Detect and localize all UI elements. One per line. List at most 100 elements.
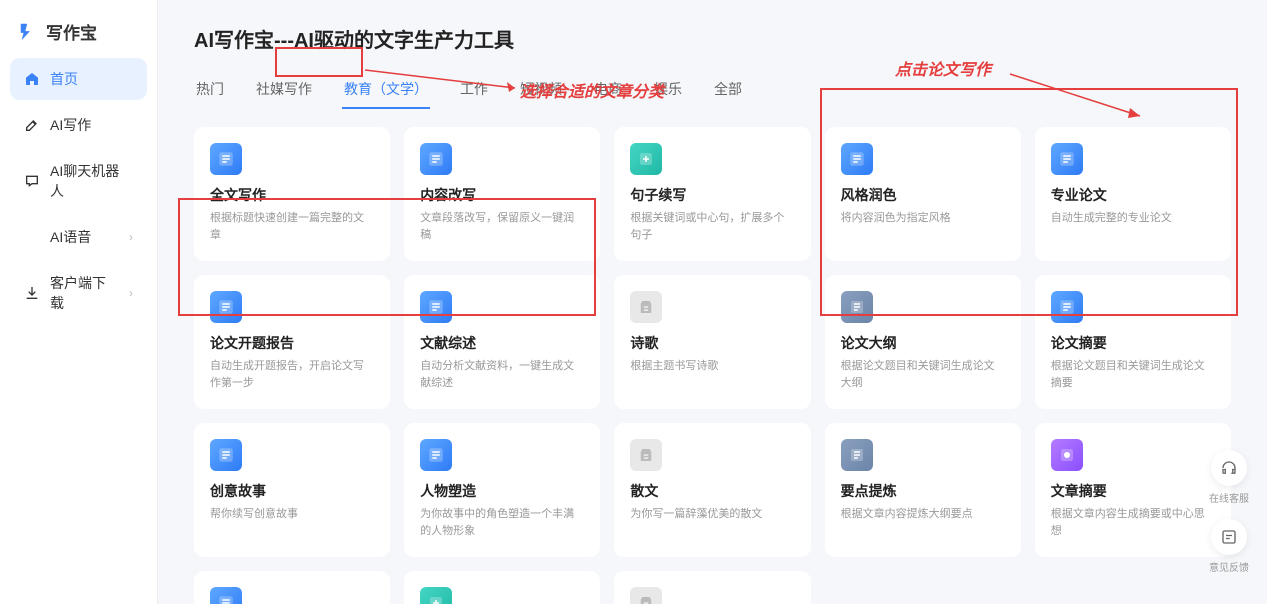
card-icon <box>841 439 873 471</box>
template-card-1[interactable]: 内容改写文章段落改写，保留原义一键润稿 <box>404 127 600 261</box>
sidebar-item-label: AI聊天机器人 <box>50 161 133 201</box>
card-title: 论文摘要 <box>1051 333 1215 353</box>
card-icon <box>210 143 242 175</box>
template-card-11[interactable]: 人物塑造为你故事中的角色塑造一个丰满的人物形象 <box>404 423 600 557</box>
sidebar-item-label: 客户端下载 <box>50 273 119 313</box>
card-title: 散文 <box>630 481 794 501</box>
card-title: 创意故事 <box>210 481 374 501</box>
card-desc: 根据标题快速创建一篇完整的文章 <box>210 210 374 243</box>
logo-text: 写作宝 <box>46 19 97 44</box>
sidebar-item-label: AI语音 <box>50 227 91 247</box>
template-card-14[interactable]: 文章摘要根据文章内容生成摘要或中心思想 <box>1035 423 1231 557</box>
card-icon <box>420 587 452 604</box>
card-desc: 根据关键词或中心句，扩展多个句子 <box>630 210 794 243</box>
template-card-5[interactable]: 论文开题报告自动生成开题报告，开启论文写作第一步 <box>194 275 390 409</box>
template-card-2[interactable]: 句子续写根据关键词或中心句，扩展多个句子 <box>614 127 810 261</box>
tab-7[interactable]: 全部 <box>712 75 744 109</box>
feedback-icon <box>1220 528 1238 546</box>
card-desc: 文章段落改写，保留原义一键润稿 <box>420 210 584 243</box>
chevron-right-icon: › <box>129 230 133 244</box>
card-title: 全文写作 <box>210 185 374 205</box>
template-card-12[interactable]: 散文为你写一篇辞藻优美的散文 <box>614 423 810 557</box>
card-icon <box>630 291 662 323</box>
sidebar-item-download[interactable]: 客户端下载 › <box>10 262 147 324</box>
card-icon <box>420 291 452 323</box>
card-icon <box>420 439 452 471</box>
template-card-9[interactable]: 论文摘要根据论文题目和关键词生成论文摘要 <box>1035 275 1231 409</box>
template-card-0[interactable]: 全文写作根据标题快速创建一篇完整的文章 <box>194 127 390 261</box>
card-icon <box>1051 291 1083 323</box>
feedback-label: 意见反馈 <box>1209 559 1249 574</box>
tab-0[interactable]: 热门 <box>194 75 226 109</box>
template-card-13[interactable]: 要点提炼根据文章内容提炼大纲要点 <box>825 423 1021 557</box>
logo-icon <box>18 21 40 43</box>
card-title: 内容改写 <box>420 185 584 205</box>
download-icon <box>24 285 40 301</box>
tab-4[interactable]: 短视频 <box>518 75 564 109</box>
app-logo: 写作宝 <box>10 15 147 58</box>
template-card-15[interactable]: 社会实践报告根据实践内容生成一篇实践报告 <box>194 571 390 604</box>
card-icon <box>210 439 242 471</box>
card-title: 文章摘要 <box>1051 481 1215 501</box>
card-icon <box>630 143 662 175</box>
card-title: 文献综述 <box>420 333 584 353</box>
card-title: 论文开题报告 <box>210 333 374 353</box>
card-icon <box>841 291 873 323</box>
card-icon <box>420 143 452 175</box>
template-card-17[interactable]: 小学生作文为中小学生作文题目提供优秀范文 <box>614 571 810 604</box>
tab-3[interactable]: 工作 <box>458 75 490 109</box>
card-icon <box>1051 439 1083 471</box>
page-title: AI写作宝---AI驱动的文字生产力工具 <box>194 24 1231 53</box>
customer-service-label: 在线客服 <box>1209 490 1249 505</box>
tab-5[interactable]: 电商 <box>592 75 624 109</box>
customer-service-button[interactable] <box>1211 450 1247 486</box>
template-card-10[interactable]: 创意故事帮你续写创意故事 <box>194 423 390 557</box>
template-card-8[interactable]: 论文大纲根据论文题目和关键词生成论文大纲 <box>825 275 1021 409</box>
template-card-4[interactable]: 专业论文自动生成完整的专业论文 <box>1035 127 1231 261</box>
card-icon <box>841 143 873 175</box>
card-desc: 自动生成完整的专业论文 <box>1051 210 1215 227</box>
card-icon <box>630 439 662 471</box>
card-title: 风格润色 <box>841 185 1005 205</box>
chevron-right-icon: › <box>129 286 133 300</box>
card-icon <box>1051 143 1083 175</box>
card-title: 要点提炼 <box>841 481 1005 501</box>
template-card-16[interactable]: 教学计划根据课程内容快速生成千字教案 <box>404 571 600 604</box>
template-card-3[interactable]: 风格润色将内容润色为指定风格 <box>825 127 1021 261</box>
tab-2[interactable]: 教育（文学） <box>342 75 430 109</box>
card-desc: 为你故事中的角色塑造一个丰满的人物形象 <box>420 506 584 539</box>
feedback-button[interactable] <box>1211 519 1247 555</box>
edit-icon <box>24 117 40 133</box>
tab-1[interactable]: 社媒写作 <box>254 75 314 109</box>
headset-icon <box>1220 459 1238 477</box>
tab-6[interactable]: 娱乐 <box>652 75 684 109</box>
card-icon <box>210 291 242 323</box>
sidebar-item-edit[interactable]: AI写作 <box>10 104 147 146</box>
card-desc: 根据主题书写诗歌 <box>630 358 794 375</box>
template-card-7[interactable]: 诗歌根据主题书写诗歌 <box>614 275 810 409</box>
card-icon <box>630 587 662 604</box>
card-desc: 根据文章内容提炼大纲要点 <box>841 506 1005 523</box>
card-desc: 自动分析文献资料，一键生成文献综述 <box>420 358 584 391</box>
sidebar-item-label: AI写作 <box>50 115 91 135</box>
audio-icon <box>24 229 40 245</box>
card-desc: 根据论文题目和关键词生成论文大纲 <box>841 358 1005 391</box>
template-card-6[interactable]: 文献综述自动分析文献资料，一键生成文献综述 <box>404 275 600 409</box>
category-tabs: 热门社媒写作教育（文学） 工作短视频电商娱乐全部 <box>194 75 1231 109</box>
card-title: 人物塑造 <box>420 481 584 501</box>
card-title: 句子续写 <box>630 185 794 205</box>
sidebar-item-chat[interactable]: AI聊天机器人 <box>10 150 147 212</box>
card-desc: 自动生成开题报告，开启论文写作第一步 <box>210 358 374 391</box>
card-desc: 为你写一篇辞藻优美的散文 <box>630 506 794 523</box>
card-title: 诗歌 <box>630 333 794 353</box>
card-desc: 根据文章内容生成摘要或中心思想 <box>1051 506 1215 539</box>
sidebar-item-home[interactable]: 首页 <box>10 58 147 100</box>
sidebar-item-label: 首页 <box>50 69 78 89</box>
card-title: 专业论文 <box>1051 185 1215 205</box>
home-icon <box>24 71 40 87</box>
card-desc: 根据论文题目和关键词生成论文摘要 <box>1051 358 1215 391</box>
card-desc: 将内容润色为指定风格 <box>841 210 1005 227</box>
sidebar-item-audio[interactable]: AI语音 › <box>10 216 147 258</box>
card-desc: 帮你续写创意故事 <box>210 506 374 523</box>
chat-icon <box>24 173 40 189</box>
